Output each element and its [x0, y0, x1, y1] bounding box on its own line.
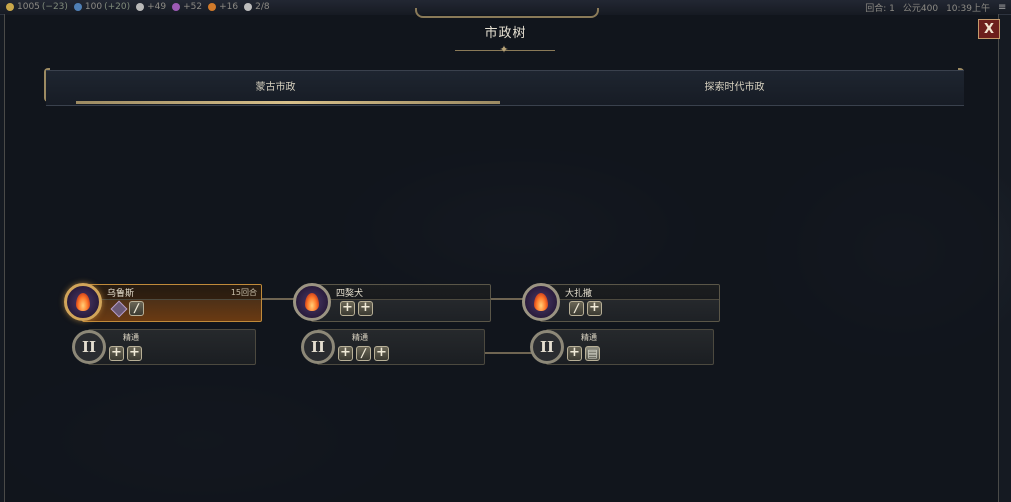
plus-icon[interactable]: +	[338, 346, 353, 361]
faith-icon	[136, 3, 145, 11]
civic-title-row: 四獒犬	[312, 285, 490, 300]
mastery-card[interactable]: 精通++	[317, 329, 485, 365]
mastery-card[interactable]: 精通 ++	[88, 329, 256, 365]
mastery-card[interactable]: 精通 +	[546, 329, 714, 365]
plus-icon[interactable]: +	[374, 346, 389, 361]
flame-icon	[305, 293, 319, 311]
civic-name: 大扎撒	[565, 289, 593, 299]
plus-icon[interactable]: +	[587, 301, 602, 316]
resource-happiness[interactable]: +16	[208, 2, 238, 12]
resource-gold[interactable]: 1005 (−23)	[6, 2, 68, 12]
civic-card[interactable]: 乌鲁斯 15回合	[82, 284, 262, 322]
civic-card[interactable]: 四獒犬 + +	[311, 284, 491, 322]
civic-perks	[111, 301, 147, 316]
civic-turns: 15回合	[230, 288, 257, 297]
civic-emblem[interactable]	[293, 283, 331, 321]
civic-emblem[interactable]	[64, 283, 102, 321]
culture-icon	[172, 3, 181, 11]
resource-science[interactable]: 100 (+20)	[73, 2, 131, 12]
resource-value: +49	[147, 2, 167, 12]
roman-numeral-icon[interactable]: II	[72, 330, 106, 364]
panel-title: 市政树	[484, 26, 527, 41]
ornament-icon: ✦	[499, 43, 509, 56]
civic-perks: +	[569, 301, 605, 316]
resource-value: 1005	[17, 2, 40, 12]
title-ornament	[415, 8, 599, 18]
science-icon	[73, 3, 82, 11]
menu-icon[interactable]: ≡	[998, 2, 1007, 12]
happiness-icon	[208, 3, 217, 11]
sword-icon[interactable]	[129, 301, 144, 316]
tree-connector	[260, 298, 296, 300]
era-label: 公元400	[902, 3, 939, 14]
mastery-perks: ++	[109, 346, 145, 361]
plus-icon[interactable]: +	[340, 301, 355, 316]
close-button[interactable]: X	[978, 19, 1000, 39]
mastery-label: 精通	[581, 333, 597, 342]
scroll-icon[interactable]	[585, 346, 600, 361]
diamond-icon[interactable]	[111, 301, 126, 316]
resource-faith[interactable]: +49	[136, 2, 166, 12]
resource-bonus: (+20)	[104, 2, 131, 12]
civic-perks: + +	[340, 301, 376, 316]
resource-value: 2/8	[255, 2, 270, 12]
mastery-label: 精通	[352, 333, 368, 342]
sword-icon[interactable]	[569, 301, 584, 316]
civic-emblem[interactable]	[522, 283, 560, 321]
civic-card[interactable]: 大扎撒 +	[540, 284, 720, 322]
resource-culture[interactable]: +52	[172, 2, 202, 12]
mastery-label: 精通	[123, 333, 139, 342]
plus-icon[interactable]: +	[127, 346, 142, 361]
civic-title-row: 乌鲁斯 15回合	[83, 285, 261, 300]
turn-info: 回合: 1 公元400 10:39上午 ≡	[857, 0, 1007, 14]
roman-numeral-icon[interactable]: II	[301, 330, 335, 364]
tab-mongol-civics[interactable]: 蒙古市政	[46, 71, 505, 105]
plus-icon[interactable]: +	[567, 346, 582, 361]
civic-name: 四獒犬	[336, 289, 364, 299]
sword-icon[interactable]	[356, 346, 371, 361]
plus-icon[interactable]: +	[358, 301, 373, 316]
resource-value: +16	[219, 2, 239, 12]
clock: 10:39上午	[946, 3, 990, 14]
resource-value: +52	[183, 2, 203, 12]
mastery-perks: +	[567, 346, 603, 361]
tab-exploration-civics[interactable]: 探索时代市政	[505, 71, 964, 105]
plus-icon[interactable]: +	[109, 346, 124, 361]
tab-bar: 蒙古市政 探索时代市政	[46, 70, 964, 106]
mastery-perks: ++	[338, 346, 392, 361]
resource-bonus: (−23)	[41, 2, 68, 12]
turn-counter: 回合: 1	[865, 3, 895, 14]
tree-connector	[489, 298, 525, 300]
population-icon	[244, 3, 253, 11]
resource-value: 100	[84, 2, 103, 12]
roman-numeral-icon[interactable]: II	[530, 330, 564, 364]
flame-icon	[76, 293, 90, 311]
gold-icon	[6, 3, 14, 11]
active-tab-indicator	[76, 101, 500, 104]
flame-icon	[534, 293, 548, 311]
civic-title-row: 大扎撒	[541, 285, 719, 300]
civic-name: 乌鲁斯	[107, 289, 135, 299]
resource-population[interactable]: 2/8	[244, 2, 270, 12]
